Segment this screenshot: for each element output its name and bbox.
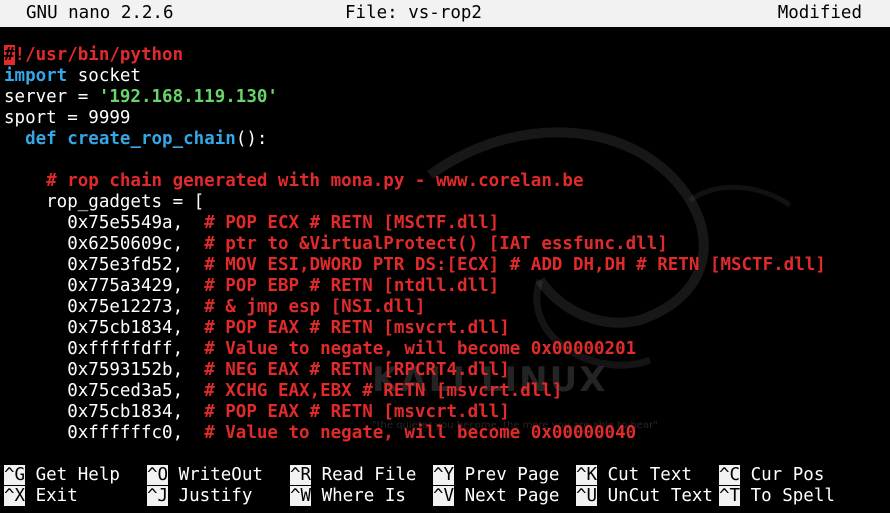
gadget-address: 0x75cb1834, [4, 318, 205, 338]
shortcut-bar: ^G Get Help ^O WriteOut ^R Read File ^Y Pre… [0, 465, 890, 509]
shortcut-key: ^Y [433, 465, 455, 485]
code-line-server: server = '192.168.119.130' [4, 87, 278, 107]
gadget-address: 0x75ced3a5, [4, 381, 205, 401]
shortcut-label: Cur Pos [740, 465, 825, 485]
shortcut-label: Next Page [454, 486, 560, 506]
shortcut-key: ^X [4, 486, 26, 506]
code-line-gadget: 0x775a3429, # POP EBP # RETN [ntdll.dll] [4, 276, 499, 297]
gadget-comment: # & jmp esp [NSI.dll] [204, 297, 426, 317]
shortcut-writeout[interactable]: ^O WriteOut [147, 465, 263, 486]
shortcut-label: WriteOut [168, 465, 263, 485]
shortcut-key: ^C [719, 465, 741, 485]
gadget-comment: # POP EAX # RETN [msvcrt.dll] [204, 318, 510, 338]
gadget-address: 0x75e3fd52, [4, 255, 205, 275]
gadget-comment: # Value to negate, will become 0x0000004… [204, 423, 637, 443]
editor-area[interactable]: #!/usr/bin/python import socket server =… [0, 45, 890, 455]
shortcut-label: Justify [168, 486, 253, 506]
shortcut-label: Prev Page [454, 465, 560, 485]
file-name: File: vs-rop2 [345, 3, 482, 23]
code-line-import: import socket [4, 66, 141, 86]
app-name: GNU nano 2.2.6 [26, 3, 174, 23]
code-line-gadget: 0x75cb1834, # POP EAX # RETN [msvcrt.dll… [4, 318, 510, 339]
shortcut-label: Cut Text [597, 465, 692, 485]
gadget-address: 0x7593152b, [4, 360, 205, 380]
shortcut-label: UnCut Text [597, 486, 713, 506]
shortcut-where-is[interactable]: ^W Where Is [290, 486, 406, 507]
shortcut-key: ^O [147, 465, 169, 485]
gadget-address: 0x75e5549a, [4, 213, 205, 233]
modified-status: Modified [777, 3, 862, 23]
cursor: # [4, 45, 15, 65]
shortcut-uncut-text[interactable]: ^U UnCut Text [576, 486, 713, 507]
shortcut-key: ^K [576, 465, 598, 485]
code-line-gadget: 0xfffffdff, # Value to negate, will beco… [4, 339, 636, 360]
code-line-gadget: 0x75cb1834, # POP EAX # RETN [msvcrt.dll… [4, 402, 510, 423]
shortcut-read-file[interactable]: ^R Read File [290, 465, 416, 486]
code-line-gadget: 0x75e12273, # & jmp esp [NSI.dll] [4, 297, 425, 318]
shortcut-label: To Spell [740, 486, 835, 506]
shortcut-key: ^U [576, 486, 598, 506]
shortcut-prev-page[interactable]: ^Y Prev Page [433, 465, 559, 486]
shortcut-next-page[interactable]: ^V Next Page [433, 486, 559, 507]
code-line-sport: sport = 9999 [4, 108, 131, 128]
gadget-address: 0x75cb1834, [4, 402, 205, 422]
shortcut-justify[interactable]: ^J Justify [147, 486, 252, 507]
gadget-address: 0x775a3429, [4, 276, 205, 296]
shortcut-cur-pos[interactable]: ^C Cur Pos [719, 465, 824, 486]
gadget-address: 0x75e12273, [4, 297, 205, 317]
gadget-comment: # ptr to &VirtualProtect() [IAT essfunc.… [204, 234, 668, 254]
code-line-rop-open: rop_gadgets = [ [4, 192, 205, 212]
gadget-comment: # NEG EAX # RETN [RPCRT4.dll] [204, 360, 510, 380]
code-line-gadget: 0x7593152b, # NEG EAX # RETN [RPCRT4.dll… [4, 360, 510, 381]
gadget-comment: # XCHG EAX,EBX # RETN [msvcrt.dll] [204, 381, 563, 401]
code-line-gadget: 0x75ced3a5, # XCHG EAX,EBX # RETN [msvcr… [4, 381, 562, 402]
shortcut-get-help[interactable]: ^G Get Help [4, 465, 120, 486]
shortcut-key: ^T [719, 486, 741, 506]
gadget-comment: # Value to negate, will become 0x0000020… [204, 339, 637, 359]
gadget-address: 0xffffffc0, [4, 423, 205, 443]
shortcut-label: Where Is [311, 486, 406, 506]
code-line-def: def create_rop_chain(): [25, 129, 268, 149]
gadget-comment: # POP EAX # RETN [msvcrt.dll] [204, 402, 510, 422]
shortcut-key: ^W [290, 486, 312, 506]
shortcut-key: ^G [4, 465, 26, 485]
code-line-gadget: 0xffffffc0, # Value to negate, will beco… [4, 423, 636, 444]
shortcut-key: ^R [290, 465, 312, 485]
code-line-comment: # rop chain generated with mona.py - www… [4, 171, 584, 191]
gadget-address: 0xfffffdff, [4, 339, 205, 359]
code-line-gadget: 0x6250609c, # ptr to &VirtualProtect() [… [4, 234, 668, 255]
shortcut-to-spell[interactable]: ^T To Spell [719, 486, 835, 507]
gadget-comment: # POP ECX # RETN [MSCTF.dll] [204, 213, 500, 233]
code-line-gadget: 0x75e5549a, # POP ECX # RETN [MSCTF.dll] [4, 213, 499, 234]
shortcut-exit[interactable]: ^X Exit [4, 486, 78, 507]
shortcut-label: Get Help [25, 465, 120, 485]
gadget-address: 0x6250609c, [4, 234, 205, 254]
shortcut-key: ^J [147, 486, 169, 506]
shortcut-label: Exit [25, 486, 78, 506]
gadget-comment: # POP EBP # RETN [ntdll.dll] [204, 276, 500, 296]
shortcut-cut-text[interactable]: ^K Cut Text [576, 465, 692, 486]
shortcut-label: Read File [311, 465, 417, 485]
title-bar: GNU nano 2.2.6 File: vs-rop2 Modified [0, 0, 890, 27]
gadget-comment: # MOV ESI,DWORD PTR DS:[ECX] # ADD DH,DH… [204, 255, 826, 275]
code-line-gadget: 0x75e3fd52, # MOV ESI,DWORD PTR DS:[ECX]… [4, 255, 826, 276]
code-line-shebang: #!/usr/bin/python [4, 45, 184, 65]
shortcut-key: ^V [433, 486, 455, 506]
